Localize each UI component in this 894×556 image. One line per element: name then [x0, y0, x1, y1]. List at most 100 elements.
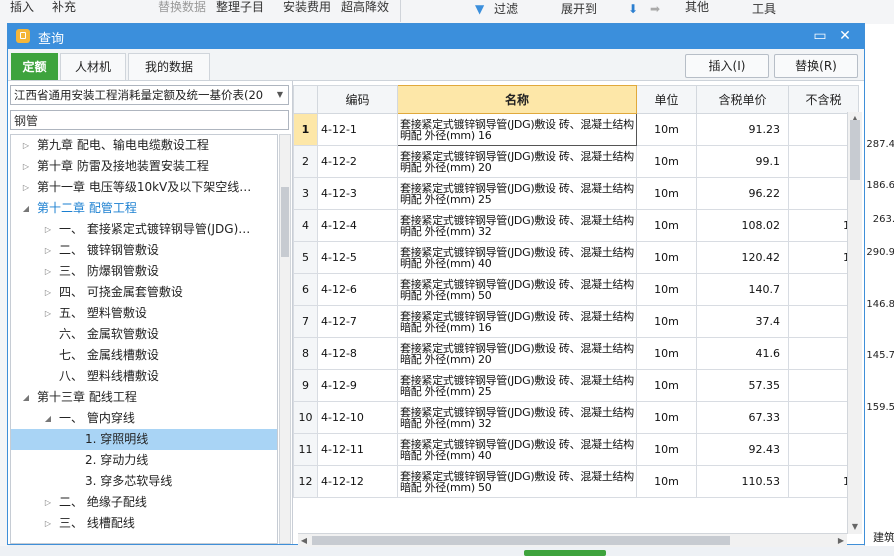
row-price-tax: 140.7 — [696, 273, 789, 306]
table-row[interactable]: 12 4-12-12 套接紧定式镀锌钢导管(JDG)敷设 砖、混凝土结构暗配 外径(… — [293, 465, 859, 498]
tree-item[interactable]: ▷ 第十章 防雷及接地装置安装工程 — [11, 156, 277, 177]
replace-button[interactable]: 替换(R) — [774, 54, 858, 78]
caret-right-icon[interactable]: ▷ — [43, 303, 53, 324]
bg-high-reduce[interactable]: 超高降效 — [341, 0, 389, 14]
tree-item[interactable]: ▷ 二、 镀锌钢管敷设 — [11, 240, 277, 261]
caret-right-icon[interactable]: ▷ — [43, 513, 53, 534]
header-unit[interactable]: 单位 — [636, 85, 697, 114]
bg-replace-data[interactable]: 替换数据 — [158, 0, 206, 14]
insert-button[interactable]: 插入(I) — [685, 54, 769, 78]
tree-item[interactable]: 3. 穿多芯软导线 — [11, 471, 277, 492]
tree-item-label: 第十三章 配线工程 — [37, 390, 137, 404]
tree-scroll-thumb[interactable] — [281, 187, 289, 257]
tree-item[interactable]: 2. 穿动力线 — [11, 450, 277, 471]
bg-filter[interactable]: 过滤 — [494, 2, 518, 16]
tree-item[interactable]: ▷ 二、 绝缘子配线 — [11, 492, 277, 513]
bg-value: 159.5 — [866, 402, 894, 413]
search-input[interactable] — [10, 110, 289, 130]
caret-down-icon[interactable]: ◢ — [21, 198, 31, 219]
row-name: 套接紧定式镀锌钢导管(JDG)敷设 砖、混凝土结构明配 外径(mm) 16 — [397, 113, 637, 146]
tab-quota[interactable]: 定额 — [11, 53, 58, 80]
tab-labor-material[interactable]: 人材机 — [60, 53, 126, 80]
bg-supplement[interactable]: 补充 — [52, 0, 76, 14]
scroll-down-icon[interactable]: ▼ — [848, 520, 862, 534]
row-code: 4-12-4 — [317, 209, 398, 242]
header-price-tax[interactable]: 含税单价 — [696, 85, 789, 114]
panel-splitter[interactable] — [524, 550, 606, 556]
scroll-left-icon[interactable]: ◀ — [298, 534, 310, 547]
tree-item[interactable]: ▷ 五、 塑料管敷设 — [11, 303, 277, 324]
tree-item[interactable]: ◢ 第十二章 配管工程 — [11, 198, 277, 219]
bg-insert[interactable]: 插入 — [10, 0, 34, 14]
caret-right-icon[interactable]: ▷ — [43, 240, 53, 261]
table-row[interactable]: 4 4-12-4 套接紧定式镀锌钢导管(JDG)敷设 砖、混凝土结构明配 外径(mm… — [293, 209, 859, 242]
table-row[interactable]: 8 4-12-8 套接紧定式镀锌钢导管(JDG)敷设 砖、混凝土结构暗配 外径(mm… — [293, 337, 859, 370]
row-unit: 10m — [636, 337, 697, 370]
bg-other[interactable]: 其他 — [685, 0, 709, 14]
table-row[interactable]: 9 4-12-9 套接紧定式镀锌钢导管(JDG)敷设 砖、混凝土结构暗配 外径(mm… — [293, 369, 859, 402]
bg-organize[interactable]: 整理子目 — [216, 0, 264, 14]
table-row[interactable]: 5 4-12-5 套接紧定式镀锌钢导管(JDG)敷设 砖、混凝土结构明配 外径(mm… — [293, 241, 859, 274]
grid-scroll-thumb[interactable] — [850, 120, 860, 180]
caret-right-icon[interactable]: ▷ — [43, 261, 53, 282]
row-name: 套接紧定式镀锌钢导管(JDG)敷设 砖、混凝土结构明配 外径(mm) 50 — [397, 273, 637, 306]
arrow-down-icon[interactable]: ⬇ — [628, 2, 638, 16]
library-select[interactable]: 江西省通用安装工程消耗量定额及统一基价表(20 ▼ — [10, 85, 289, 105]
tree-item[interactable]: ◢ 第十三章 配线工程 — [11, 387, 277, 408]
close-icon[interactable]: ✕ — [834, 26, 856, 46]
caret-right-icon[interactable]: ▷ — [43, 492, 53, 513]
dialog-title: 查询 — [38, 32, 65, 47]
row-name: 套接紧定式镀锌钢导管(JDG)敷设 砖、混凝土结构暗配 外径(mm) 40 — [397, 433, 637, 466]
grid-hscrollbar[interactable]: ◀ ▶ — [298, 533, 847, 547]
table-row[interactable]: 6 4-12-6 套接紧定式镀锌钢导管(JDG)敷设 砖、混凝土结构明配 外径(mm… — [293, 273, 859, 306]
scroll-right-icon[interactable]: ▶ — [835, 534, 847, 547]
grid-hscroll-thumb[interactable] — [312, 536, 730, 545]
header-price-notax[interactable]: 不含税 — [788, 85, 859, 114]
tree-item[interactable]: ▷ 三、 防爆钢管敷设 — [11, 261, 277, 282]
caret-right-icon[interactable]: ▷ — [21, 156, 31, 177]
caret-down-icon[interactable]: ◢ — [21, 387, 31, 408]
caret-right-icon[interactable]: ▷ — [43, 219, 53, 240]
filter-icon: ▼ — [475, 2, 485, 16]
tree-item[interactable]: ▷ 一、 套接紧定式镀锌钢导管(JDG)… — [11, 219, 277, 240]
tree-item[interactable]: 1. 穿照明线 — [11, 429, 277, 450]
tree-item[interactable]: ▷ 四、 可挠金属套管敷设 — [11, 282, 277, 303]
grid-scrollbar[interactable]: ▲ ▼ — [847, 112, 862, 534]
row-name: 套接紧定式镀锌钢导管(JDG)敷设 砖、混凝土结构暗配 外径(mm) 25 — [397, 369, 637, 402]
tree-item[interactable]: 八、 塑料线槽敷设 — [11, 366, 277, 387]
library-select-value: 江西省通用安装工程消耗量定额及统一基价表(20 — [14, 88, 264, 102]
table-row[interactable]: 1 4-12-1 套接紧定式镀锌钢导管(JDG)敷设 砖、混凝土结构明配 外径(mm… — [293, 113, 859, 146]
maximize-icon[interactable]: ▭ — [809, 26, 831, 46]
table-row[interactable]: 11 4-12-11 套接紧定式镀锌钢导管(JDG)敷设 砖、混凝土结构暗配 外径(… — [293, 433, 859, 466]
header-code[interactable]: 编码 — [317, 85, 398, 114]
tree-item[interactable]: ▷ 第九章 配电、输电电缆敷设工程 — [11, 135, 277, 156]
row-price-tax: 99.1 — [696, 145, 789, 178]
caret-right-icon[interactable]: ▷ — [21, 177, 31, 198]
row-price-tax: 108.02 — [696, 209, 789, 242]
tab-my-data[interactable]: 我的数据 — [128, 53, 210, 80]
table-row[interactable]: 7 4-12-7 套接紧定式镀锌钢导管(JDG)敷设 砖、混凝土结构暗配 外径(mm… — [293, 305, 859, 338]
header-name[interactable]: 名称 — [397, 85, 637, 114]
caret-right-icon[interactable]: ▷ — [43, 282, 53, 303]
tree-item[interactable]: ▷ 三、 线槽配线 — [11, 513, 277, 534]
row-unit: 10m — [636, 401, 697, 434]
dialog-titlebar[interactable]: 查询 ▭ ✕ — [8, 24, 864, 49]
caret-right-icon[interactable]: ▷ — [21, 135, 31, 156]
tree-item[interactable]: ▷ 第十一章 电压等级10kV及以下架空线… — [11, 177, 277, 198]
bg-install-fee[interactable]: 安装费用 — [283, 0, 331, 14]
row-number: 1 — [293, 113, 318, 146]
bg-expand[interactable]: 展开到 — [561, 2, 597, 16]
tree-item[interactable]: ◢ 一、 管内穿线 — [11, 408, 277, 429]
chevron-down-icon[interactable]: ▼ — [272, 86, 288, 104]
caret-down-icon[interactable]: ◢ — [43, 408, 53, 429]
bg-separator — [400, 0, 401, 22]
tree-item[interactable]: 六、 金属软管敷设 — [11, 324, 277, 345]
table-row[interactable]: 3 4-12-3 套接紧定式镀锌钢导管(JDG)敷设 砖、混凝土结构明配 外径(mm… — [293, 177, 859, 210]
arrow-right-icon[interactable]: ➡ — [650, 2, 660, 16]
bg-tools[interactable]: 工具 — [752, 2, 776, 16]
table-row[interactable]: 2 4-12-2 套接紧定式镀锌钢导管(JDG)敷设 砖、混凝土结构明配 外径(mm… — [293, 145, 859, 178]
row-unit: 10m — [636, 177, 697, 210]
tree-scrollbar[interactable] — [279, 134, 291, 544]
tree-item[interactable]: 七、 金属线槽敷设 — [11, 345, 277, 366]
table-row[interactable]: 10 4-12-10 套接紧定式镀锌钢导管(JDG)敷设 砖、混凝土结构暗配 外径(… — [293, 401, 859, 434]
